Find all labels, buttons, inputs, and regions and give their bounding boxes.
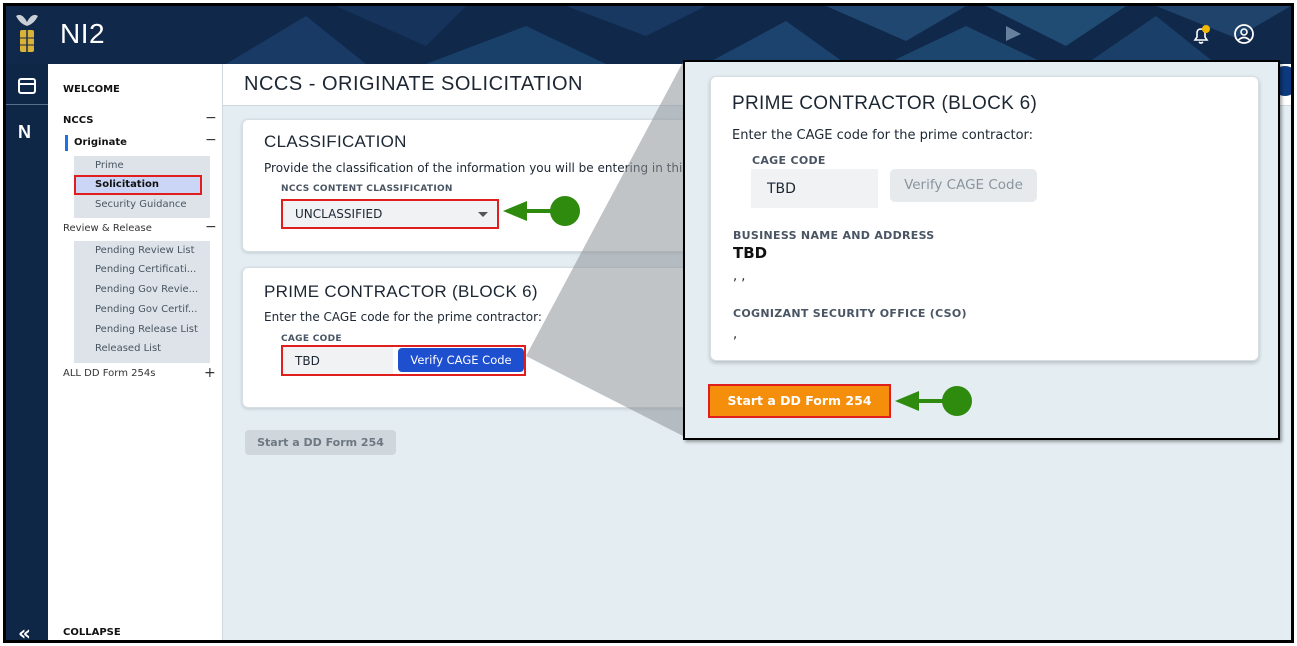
zoom-prime-contractor-card: PRIME CONTRACTOR (BLOCK 6) Enter the CAG… (710, 76, 1259, 361)
n-app-icon[interactable]: N (18, 122, 31, 143)
collapse-chevrons-icon[interactable]: « (18, 621, 31, 640)
active-indicator (65, 135, 68, 151)
classification-description: Provide the classification of the inform… (264, 161, 689, 175)
prime-contractor-card: PRIME CONTRACTOR (BLOCK 6) Enter the CAG… (242, 267, 712, 408)
sidebar-review-release[interactable]: Review & Release (63, 223, 152, 234)
page-title: NCCS - ORIGINATE SOLICITATION (244, 73, 583, 95)
zoom-description: Enter the CAGE code for the prime contra… (732, 128, 1034, 143)
cage-code-label: CAGE CODE (281, 334, 342, 344)
notification-dot (1202, 25, 1210, 33)
rail-divider (6, 104, 48, 105)
top-bar: NI2 (6, 6, 1291, 64)
zoom-business-address: , , (733, 269, 746, 284)
zoom-cso-label: COGNIZANT SECURITY OFFICE (CSO) (733, 307, 967, 320)
account-icon[interactable] (1233, 23, 1255, 45)
seal-logo-icon (16, 14, 38, 52)
classification-selected-value: UNCLASSIFIED (295, 207, 383, 221)
sidebar-item-prime[interactable]: Prime (95, 160, 124, 171)
screenshot-frame: NI2 N « WELCOME NCCS − Originate − Prime (3, 3, 1294, 643)
classification-select[interactable]: UNCLASSIFIED (281, 199, 499, 229)
sidebar-item-solicitation[interactable]: Solicitation (95, 179, 159, 190)
zoom-business-label: BUSINESS NAME AND ADDRESS (733, 229, 935, 242)
zoom-callout: PRIME CONTRACTOR (BLOCK 6) Enter the CAG… (683, 60, 1280, 440)
classification-field-label: NCCS CONTENT CLASSIFICATION (281, 184, 453, 194)
all-forms-expand-toggle[interactable]: + (204, 365, 216, 381)
start-dd254-button[interactable]: Start a DD Form 254 (245, 430, 396, 455)
header-background (6, 6, 1291, 64)
prime-contractor-title: PRIME CONTRACTOR (BLOCK 6) (264, 282, 538, 301)
zoom-start-dd254-button[interactable]: Start a DD Form 254 (710, 386, 889, 416)
zoom-cage-label: CAGE CODE (752, 154, 826, 167)
sidebar: WELCOME NCCS − Originate − Prime Solicit… (48, 64, 223, 640)
review-collapse-toggle[interactable]: − (205, 219, 217, 235)
zoom-cage-input[interactable]: TBD (751, 169, 878, 208)
verify-cage-button[interactable]: Verify CAGE Code (398, 348, 524, 372)
originate-collapse-toggle[interactable]: − (205, 132, 217, 148)
sidebar-item-pending-gov-certification[interactable]: Pending Gov Certif... (95, 304, 197, 315)
classification-title: CLASSIFICATION (264, 132, 407, 151)
sidebar-item-pending-release[interactable]: Pending Release List (95, 324, 198, 335)
app-title: NI2 (60, 18, 106, 49)
prime-contractor-description: Enter the CAGE code for the prime contra… (264, 310, 542, 324)
sidebar-nccs[interactable]: NCCS (63, 115, 93, 126)
caret-down-icon (478, 212, 488, 217)
sidebar-originate[interactable]: Originate (74, 137, 127, 148)
left-rail: N « (6, 64, 48, 640)
dashboard-icon[interactable] (15, 74, 39, 98)
zoom-business-name: TBD (733, 244, 768, 262)
annotation-arrow-start (895, 386, 972, 416)
sidebar-item-pending-gov-review[interactable]: Pending Gov Revie... (95, 284, 198, 295)
zoom-title: PRIME CONTRACTOR (BLOCK 6) (732, 93, 1038, 114)
sidebar-item-pending-certification[interactable]: Pending Certificati... (95, 264, 196, 275)
zoom-cso-value: , (733, 327, 738, 342)
classification-card: CLASSIFICATION Provide the classificatio… (242, 119, 712, 252)
sidebar-item-pending-review[interactable]: Pending Review List (95, 245, 195, 256)
cage-code-input[interactable]: TBD (283, 347, 393, 374)
sidebar-collapse[interactable]: COLLAPSE (63, 627, 121, 638)
zoom-verify-cage-button[interactable]: Verify CAGE Code (890, 169, 1037, 202)
sidebar-welcome[interactable]: WELCOME (63, 84, 120, 95)
sidebar-item-security-guidance[interactable]: Security Guidance (95, 199, 187, 210)
sidebar-item-released[interactable]: Released List (95, 343, 161, 354)
nccs-collapse-toggle[interactable]: − (205, 110, 217, 126)
zoom-start-highlight: Start a DD Form 254 (708, 384, 891, 418)
annotation-arrow-classification (503, 196, 580, 226)
bell-icon[interactable] (1190, 24, 1212, 46)
sidebar-all-forms[interactable]: ALL DD Form 254s (63, 368, 155, 379)
